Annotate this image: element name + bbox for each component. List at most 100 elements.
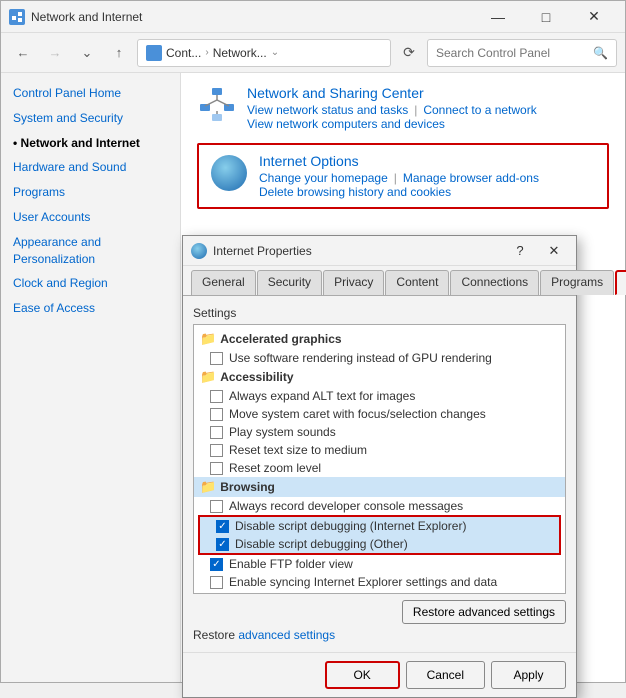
sidebar-item-user-accounts[interactable]: User Accounts bbox=[1, 205, 180, 230]
item-move-caret[interactable]: Move system caret with focus/selection c… bbox=[194, 405, 565, 423]
checkbox-disable-other[interactable] bbox=[216, 538, 229, 551]
item-enable-syncing[interactable]: Enable syncing Internet Explorer setting… bbox=[194, 573, 565, 591]
address-bar: Cont... › Network... ⌄ bbox=[137, 39, 391, 67]
recent-button[interactable]: ⌄ bbox=[73, 39, 101, 67]
window-controls: — □ ✕ bbox=[475, 2, 617, 32]
network-sharing-info: Network and Sharing Center View network … bbox=[247, 85, 537, 131]
tab-security[interactable]: Security bbox=[257, 270, 322, 295]
sidebar-item-hardware-sound[interactable]: Hardware and Sound bbox=[1, 155, 180, 180]
search-box: 🔍 bbox=[427, 39, 617, 67]
folder-icon: 📁 bbox=[200, 331, 216, 347]
minimize-button[interactable]: — bbox=[475, 2, 521, 32]
internet-options-title[interactable]: Internet Options bbox=[259, 153, 539, 169]
change-homepage-link[interactable]: Change your homepage bbox=[259, 171, 388, 185]
settings-list[interactable]: 📁 Accelerated graphics Use software rend… bbox=[193, 324, 566, 594]
forward-button[interactable]: → bbox=[41, 39, 69, 67]
sidebar-item-programs[interactable]: Programs bbox=[1, 180, 180, 205]
close-button[interactable]: ✕ bbox=[571, 2, 617, 32]
folder-icon-3: 📁 bbox=[200, 479, 216, 495]
checkbox-enable-third-party[interactable] bbox=[210, 594, 223, 595]
window-icon bbox=[9, 9, 25, 25]
address-prefix: Cont... bbox=[166, 46, 201, 60]
apply-button[interactable]: Apply bbox=[491, 661, 566, 689]
item-disable-script-other[interactable]: Disable script debugging (Other) bbox=[200, 535, 559, 553]
item-expand-alt[interactable]: Always expand ALT text for images bbox=[194, 387, 565, 405]
refresh-button[interactable]: ⟳ bbox=[395, 39, 423, 67]
sidebar-item-appearance[interactable]: Appearance and Personalization bbox=[1, 230, 180, 272]
advanced-link-container: Restore advanced settings bbox=[193, 628, 566, 642]
network-sharing-links2: View network computers and devices bbox=[247, 117, 537, 131]
title-bar: Network and Internet — □ ✕ bbox=[1, 1, 625, 33]
network-sharing-section: Network and Sharing Center View network … bbox=[197, 85, 609, 131]
up-button[interactable]: ↑ bbox=[105, 39, 133, 67]
search-icon: 🔍 bbox=[593, 46, 608, 60]
advanced-settings-link[interactable]: advanced settings bbox=[238, 628, 335, 642]
item-reset-text[interactable]: Reset text size to medium bbox=[194, 441, 565, 459]
settings-label: Settings bbox=[193, 306, 566, 320]
dialog-title-bar: Internet Properties ? ✕ bbox=[183, 236, 576, 266]
checkbox-disable-ie[interactable] bbox=[216, 520, 229, 533]
nav-bar: ← → ⌄ ↑ Cont... › Network... ⌄ ⟳ 🔍 bbox=[1, 33, 625, 73]
checkbox-reset-text[interactable] bbox=[210, 444, 223, 457]
item-disable-script-ie[interactable]: Disable script debugging (Internet Explo… bbox=[200, 517, 559, 535]
tab-general[interactable]: General bbox=[191, 270, 256, 295]
dialog-close-button[interactable]: ✕ bbox=[540, 239, 568, 263]
sidebar-item-control-panel-home[interactable]: Control Panel Home bbox=[1, 81, 180, 106]
cancel-button[interactable]: Cancel bbox=[406, 661, 485, 689]
maximize-button[interactable]: □ bbox=[523, 2, 569, 32]
view-computers-link[interactable]: View network computers and devices bbox=[247, 117, 445, 131]
checkbox-reset-zoom[interactable] bbox=[210, 462, 223, 475]
dialog-body: Settings 📁 Accelerated graphics Use soft… bbox=[183, 296, 576, 652]
item-always-record[interactable]: Always record developer console messages bbox=[194, 497, 565, 515]
internet-options-info: Internet Options Change your homepage | … bbox=[259, 153, 539, 199]
checkbox-enable-syncing[interactable] bbox=[210, 576, 223, 589]
globe-icon-container bbox=[209, 153, 249, 193]
ok-button[interactable]: OK bbox=[325, 661, 400, 689]
dialog-footer: OK Cancel Apply bbox=[183, 652, 576, 697]
sidebar-item-ease-of-access[interactable]: Ease of Access bbox=[1, 296, 180, 321]
item-enable-ftp[interactable]: Enable FTP folder view bbox=[194, 555, 565, 573]
checkbox-enable-ftp[interactable] bbox=[210, 558, 223, 571]
dialog-help-button[interactable]: ? bbox=[506, 239, 534, 263]
group-accessibility: 📁 Accessibility bbox=[194, 367, 565, 387]
tab-programs[interactable]: Programs bbox=[540, 270, 614, 295]
checkbox-expand-alt[interactable] bbox=[210, 390, 223, 403]
tab-connections[interactable]: Connections bbox=[450, 270, 539, 295]
red-bordered-section: Disable script debugging (Internet Explo… bbox=[198, 515, 561, 555]
checkbox-play-sounds[interactable] bbox=[210, 426, 223, 439]
group-accelerated-graphics: 📁 Accelerated graphics bbox=[194, 329, 565, 349]
item-play-sounds[interactable]: Play system sounds bbox=[194, 423, 565, 441]
item-enable-third-party[interactable]: Enable third-party browser extensions bbox=[194, 591, 565, 594]
sidebar-item-network-internet[interactable]: Network and Internet bbox=[1, 131, 180, 156]
group-browsing: 📁 Browsing bbox=[194, 477, 565, 497]
globe-icon bbox=[211, 155, 247, 191]
dialog-icon bbox=[191, 243, 207, 259]
address-chevron2: ⌄ bbox=[271, 47, 279, 58]
tab-advanced[interactable]: Advanced bbox=[615, 270, 626, 295]
internet-options-section: Internet Options Change your homepage | … bbox=[197, 143, 609, 209]
item-software-rendering[interactable]: Use software rendering instead of GPU re… bbox=[194, 349, 565, 367]
back-button[interactable]: ← bbox=[9, 39, 37, 67]
view-status-link[interactable]: View network status and tasks bbox=[247, 103, 408, 117]
window-title: Network and Internet bbox=[31, 10, 469, 24]
network-sharing-title[interactable]: Network and Sharing Center bbox=[247, 85, 537, 101]
connect-network-link[interactable]: Connect to a network bbox=[423, 103, 536, 117]
checkbox-move-caret[interactable] bbox=[210, 408, 223, 421]
checkbox-always-record[interactable] bbox=[210, 500, 223, 513]
sidebar-item-system-security[interactable]: System and Security bbox=[1, 106, 180, 131]
restore-advanced-button[interactable]: Restore advanced settings bbox=[402, 600, 566, 624]
address-current: Network... bbox=[213, 46, 267, 60]
tab-content[interactable]: Content bbox=[385, 270, 449, 295]
manage-addons-link[interactable]: Manage browser add-ons bbox=[403, 171, 539, 185]
restore-btn-container: Restore advanced settings bbox=[193, 600, 566, 624]
network-icon bbox=[197, 85, 237, 125]
address-chevron: › bbox=[205, 47, 208, 58]
checkbox-software-rendering[interactable] bbox=[210, 352, 223, 365]
delete-history-link[interactable]: Delete browsing history and cookies bbox=[259, 185, 451, 199]
dialog-tabs: General Security Privacy Content Connect… bbox=[183, 266, 576, 296]
sidebar-item-clock-region[interactable]: Clock and Region bbox=[1, 271, 180, 296]
tab-privacy[interactable]: Privacy bbox=[323, 270, 384, 295]
item-reset-zoom[interactable]: Reset zoom level bbox=[194, 459, 565, 477]
internet-options-links2: Delete browsing history and cookies bbox=[259, 185, 539, 199]
search-input[interactable] bbox=[436, 46, 589, 60]
